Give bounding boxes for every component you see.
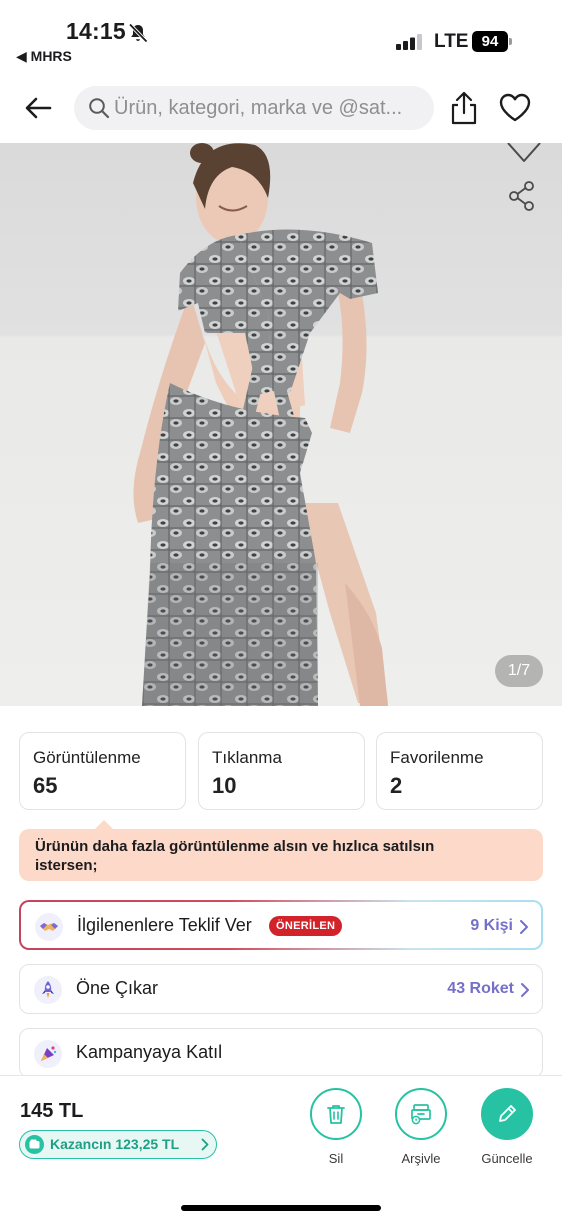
stat-views: Görüntülenme 65: [19, 732, 186, 810]
battery-tip: [509, 38, 512, 45]
tip-text: Ürünün daha fazla görüntülenme alsın ve …: [35, 838, 435, 874]
product-price: 145 TL: [20, 1100, 84, 1122]
trash-icon: [310, 1088, 362, 1140]
handshake-icon: [35, 913, 63, 941]
search-input[interactable]: Ürün, kategori, marka ve @sat...: [74, 86, 434, 130]
archive-button[interactable]: Arşivle: [381, 1088, 461, 1166]
stat-value: 10: [212, 773, 237, 798]
status-bar: 14:15 ◀ MHRS LTE 94: [0, 0, 562, 72]
stat-value: 2: [390, 773, 403, 798]
update-label: Güncelle: [481, 1151, 533, 1166]
photo-favorite-icon[interactable]: [506, 143, 542, 163]
product-photo: [133, 143, 388, 706]
bottom-action-bar: 145 TL Kazancın 123,25 TL Sil Arşivle Gü…: [0, 1075, 562, 1221]
battery-level: 94: [472, 31, 508, 52]
status-time: 14:15: [66, 18, 126, 44]
boost-row[interactable]: Öne Çıkar 43 Roket: [19, 964, 543, 1014]
make-offer-row[interactable]: İlgilenenlere Teklif Ver ÖNERİLEN 9 Kişi: [19, 900, 543, 950]
share-icon[interactable]: [448, 90, 480, 126]
product-image-gallery[interactable]: 1/7: [0, 143, 562, 706]
tip-arrow: [94, 820, 114, 830]
silent-bell-icon: [128, 23, 148, 43]
photo-share-icon[interactable]: [508, 181, 536, 211]
battery-indicator: 94: [472, 31, 512, 52]
stat-value: 65: [33, 773, 58, 798]
network-type: LTE: [434, 31, 469, 52]
chevron-right-icon: [521, 983, 529, 997]
update-button[interactable]: Güncelle: [467, 1088, 547, 1166]
stat-favorites: Favorilenme 2: [376, 732, 543, 810]
favorite-heart-icon[interactable]: [498, 92, 532, 124]
chevron-right-icon: [201, 1138, 209, 1151]
product-stats: Görüntülenme 65 Tıklanma 10 Favorilenme …: [19, 732, 543, 810]
interested-count: 9 Kişi: [470, 917, 513, 934]
home-indicator: [181, 1205, 381, 1211]
wallet-icon: [25, 1135, 44, 1154]
campaign-icon: [34, 1040, 62, 1068]
earnings-text: Kazancın 123,25 TL: [50, 1136, 180, 1152]
back-to-app-link[interactable]: ◀ MHRS: [16, 48, 72, 65]
row-title: Kampanyaya Katıl: [76, 1042, 223, 1062]
row-title: İlgilenenlere Teklif Ver: [77, 915, 252, 935]
search-icon: [89, 98, 110, 119]
signal-icon: [396, 34, 422, 50]
delete-label: Sil: [328, 1151, 344, 1166]
earnings-pill[interactable]: Kazancın 123,25 TL: [19, 1130, 217, 1159]
rocket-icon: [34, 976, 62, 1004]
row-title: Öne Çıkar: [76, 978, 159, 998]
chevron-right-icon: [520, 920, 528, 934]
image-counter: 1/7: [495, 655, 543, 687]
stat-label: Favorilenme: [390, 748, 484, 767]
rocket-count: 43 Roket: [447, 980, 514, 997]
stat-label: Görüntülenme: [33, 748, 141, 767]
stat-clicks: Tıklanma 10: [198, 732, 365, 810]
stat-label: Tıklanma: [212, 748, 282, 767]
join-campaign-row[interactable]: Kampanyaya Katıl: [19, 1028, 543, 1078]
pencil-icon: [481, 1088, 533, 1140]
archive-icon: [395, 1088, 447, 1140]
back-arrow-icon[interactable]: [20, 90, 56, 126]
recommended-badge: ÖNERİLEN: [269, 916, 343, 936]
delete-button[interactable]: Sil: [296, 1088, 376, 1166]
archive-label: Arşivle: [401, 1151, 441, 1166]
top-navigation: Ürün, kategori, marka ve @sat...: [0, 80, 562, 140]
search-placeholder: Ürün, kategori, marka ve @sat...: [114, 97, 403, 119]
promotion-tip-banner: Ürünün daha fazla görüntülenme alsın ve …: [19, 820, 543, 881]
